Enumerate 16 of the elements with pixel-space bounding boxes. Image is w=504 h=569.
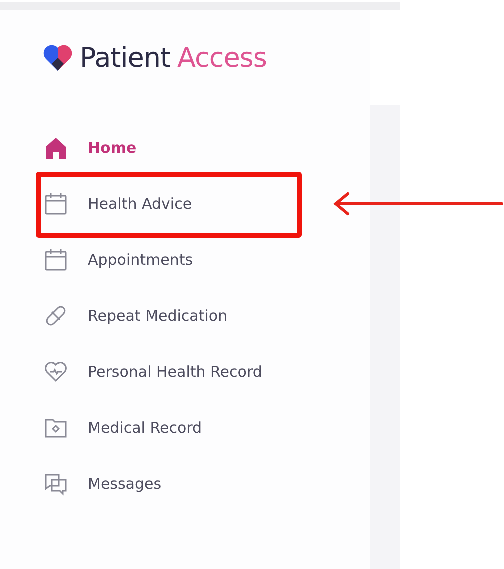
sidebar-item[interactable]: Health Advice xyxy=(44,188,192,220)
sidebar-item[interactable]: Appointments xyxy=(44,244,194,276)
brand-name-accent: Access xyxy=(178,42,267,74)
chat-icon xyxy=(44,472,68,496)
sidebar-item[interactable]: Personal Health Record xyxy=(44,356,262,388)
sidebar-item[interactable]: Messages xyxy=(44,468,162,500)
sidebar-item[interactable]: Home xyxy=(44,132,137,164)
heart-logo-icon xyxy=(43,44,73,72)
sidebar-item[interactable]: Repeat Medication xyxy=(44,300,228,332)
heart-icon xyxy=(44,360,68,384)
brand-name: Patient xyxy=(80,42,171,74)
calendar-icon xyxy=(44,192,68,216)
calendar-icon xyxy=(44,248,68,272)
home-icon xyxy=(44,136,68,160)
pill-icon xyxy=(44,304,68,328)
sidebar-item[interactable]: Medical Record xyxy=(44,412,202,444)
